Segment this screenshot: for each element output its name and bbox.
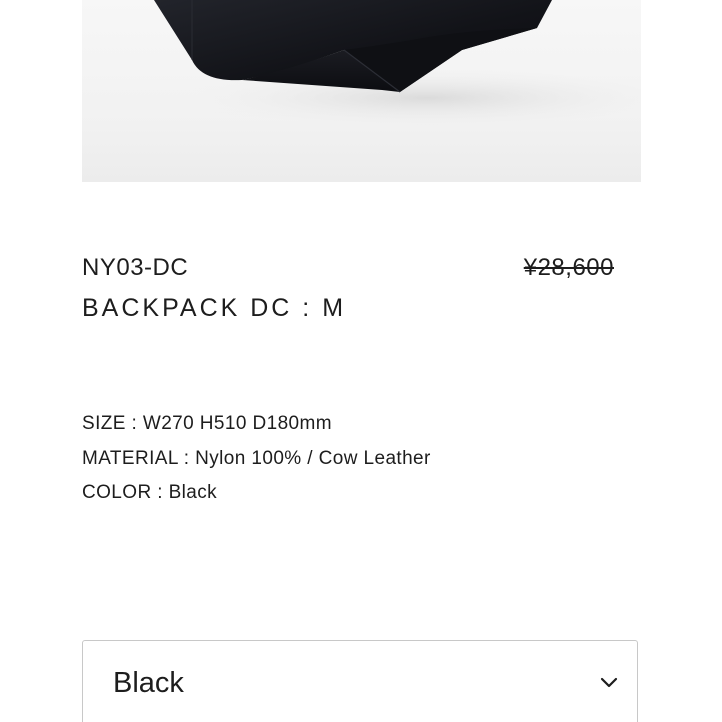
- chevron-down-icon: [598, 672, 620, 694]
- product-name: BACKPACK DC : M: [82, 294, 347, 322]
- spec-size: SIZE : W270 H510 D180mm: [82, 413, 332, 434]
- color-variant-select[interactable]: Black: [82, 640, 638, 722]
- spec-material: MATERIAL : Nylon 100% / Cow Leather: [82, 447, 431, 469]
- color-variant-selected-value: Black: [113, 667, 184, 699]
- product-image[interactable]: [82, 0, 641, 182]
- product-page: NY03-DC BACKPACK DC : M ¥28,600 SIZE : W…: [0, 0, 722, 722]
- product-price: ¥28,600: [523, 254, 614, 281]
- backpack-image: [152, 0, 641, 128]
- spec-color: COLOR : Black: [82, 482, 218, 503]
- product-specs: SIZE : W270 H510 D180mm MATERIAL : Nylon…: [82, 407, 642, 511]
